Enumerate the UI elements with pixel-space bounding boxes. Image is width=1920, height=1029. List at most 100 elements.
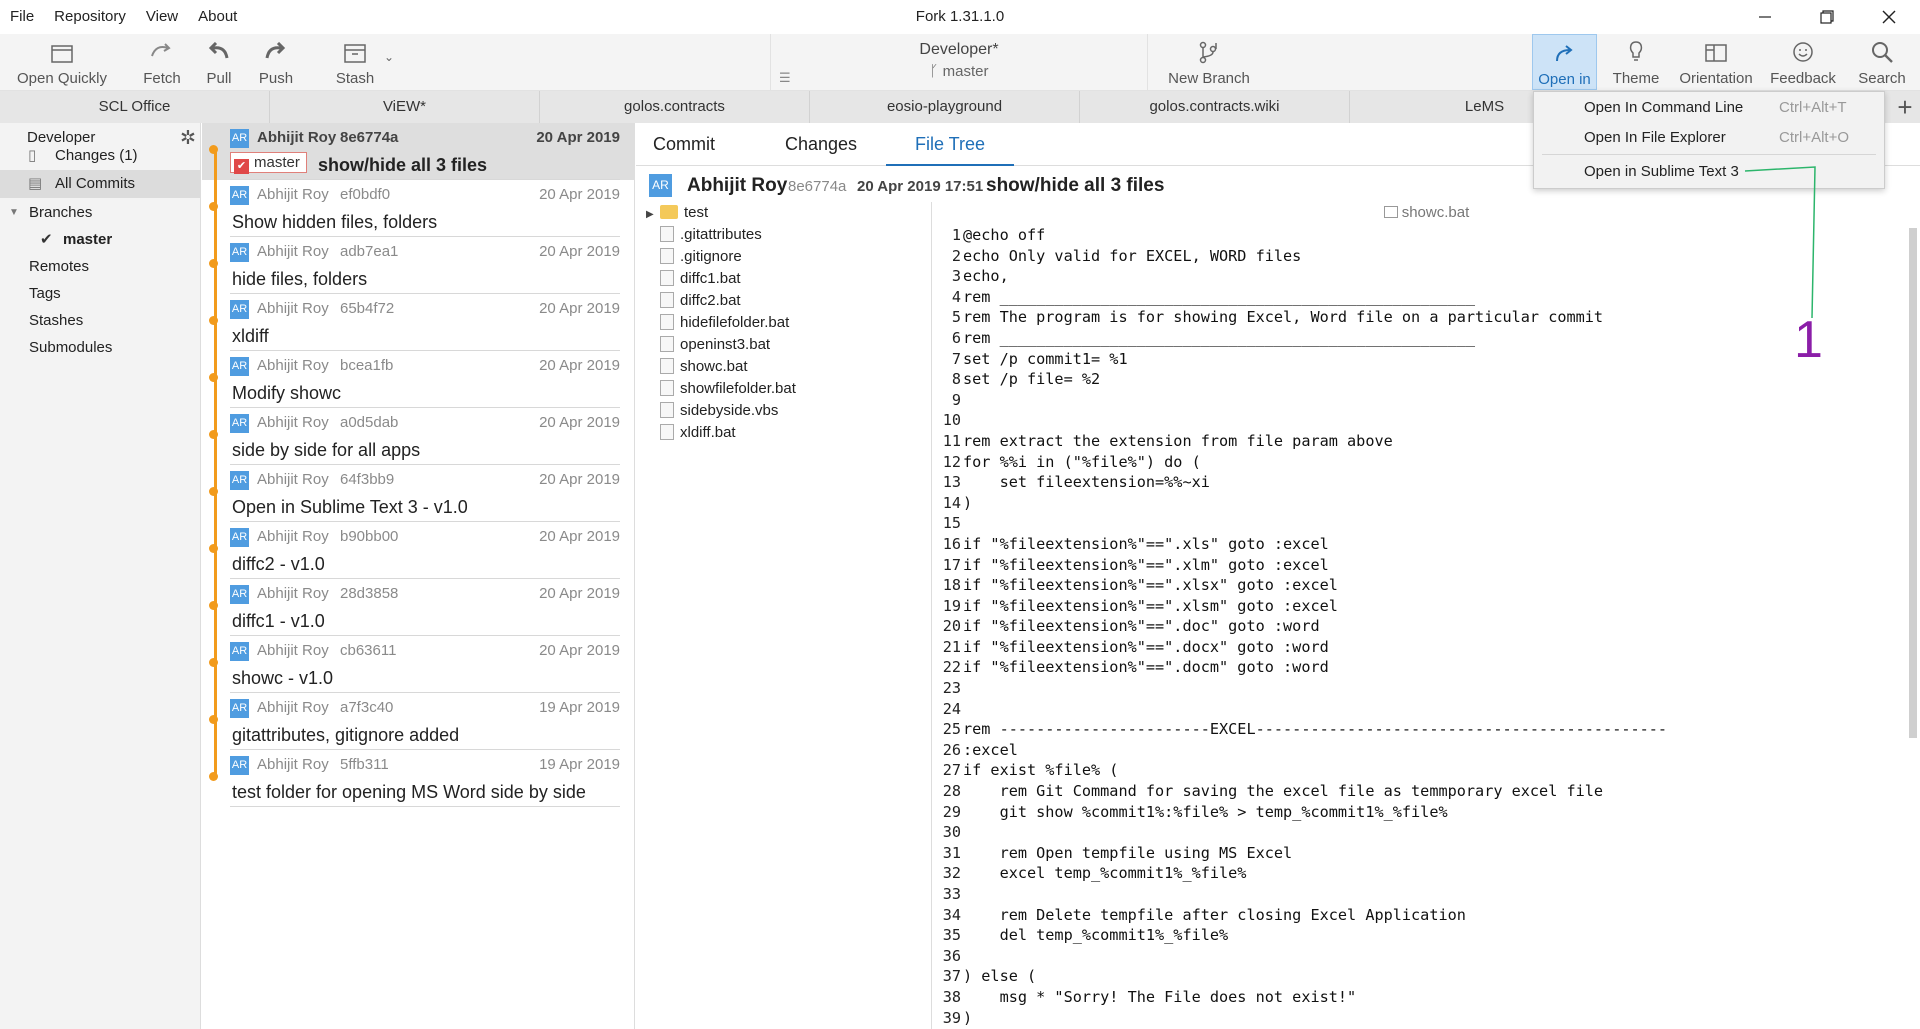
commit-row[interactable]: AR Abhijit Roy b90bb00 20 Apr 2019 diffc2 - … (202, 522, 635, 579)
code-line: 11 rem extract the extension from file pa… (933, 431, 1903, 452)
theme-button[interactable]: Theme (1610, 34, 1662, 90)
file-tree-file[interactable]: openinst3.bat (660, 334, 770, 356)
tab-commit[interactable]: Commit (650, 123, 718, 166)
file-tree-folder[interactable]: ▶ test (646, 202, 708, 224)
line-number: 38 (942, 987, 961, 1006)
code-line: 31 rem Open tempfile using MS Excel (933, 843, 1903, 864)
menu-about[interactable]: About (188, 0, 247, 34)
commit-row[interactable]: AR Abhijit Roy a0d5dab 20 Apr 2019 side by s… (202, 408, 635, 465)
sidebar-item-changes[interactable]: ▯ Changes (1) (0, 142, 200, 170)
avatar: AR (230, 642, 249, 661)
menu-item-open-in-sublime-text-3[interactable]: Open in Sublime Text 3 (1534, 157, 1884, 187)
file-name-header: showc.bat (933, 202, 1920, 224)
feedback-button[interactable]: Feedback (1767, 34, 1839, 90)
window-title: Fork 1.31.1.0 (915, 8, 1005, 25)
sidebar-item-all-commits[interactable]: ▤ All Commits (0, 170, 200, 198)
file-tree-file[interactable]: diffc2.bat (660, 290, 741, 312)
commit-row[interactable]: AR Abhijit Roy ef0bdf0 20 Apr 2019 Show hidd… (202, 180, 635, 237)
sidebar-item-stashes[interactable]: Stashes (0, 307, 200, 335)
line-number: 37 (942, 967, 961, 986)
repository-selector[interactable]: Developer* ᚴ master ☰ (770, 34, 1148, 90)
commit-row[interactable]: AR Abhijit Roy 28d3858 20 Apr 2019 diffc1 - … (202, 579, 635, 636)
file-name: diffc1.bat (680, 270, 741, 287)
menu-item-open-in-command-line[interactable]: Open In Command Line Ctrl+Alt+T (1534, 93, 1884, 123)
file-tree-file[interactable]: .gitignore (660, 246, 742, 268)
minimize-button[interactable] (1734, 0, 1796, 34)
commit-row[interactable]: AR Abhijit Roy 5ffb311 19 Apr 2019 test fold… (202, 750, 635, 807)
open-in-button[interactable]: Open in (1532, 34, 1597, 90)
sidebar-item-branches[interactable]: ▼ Branches (0, 199, 200, 227)
commit-subject: show/hide all 3 files (986, 175, 1165, 196)
line-number: 26 (942, 740, 961, 759)
new-branch-button[interactable]: New Branch (1166, 34, 1252, 90)
commit-row[interactable]: AR Abhijit Roy cb63611 20 Apr 2019 showc - v… (202, 636, 635, 693)
annotation-number: 1 (1794, 311, 1823, 369)
file-tree-file[interactable]: sidebyside.vbs (660, 400, 778, 422)
sidebar-item-remotes[interactable]: Remotes (0, 253, 200, 281)
file-tree-file[interactable]: diffc1.bat (660, 268, 741, 290)
orientation-button[interactable]: Orientation (1672, 34, 1760, 90)
sidebar-submodules-label: Submodules (29, 339, 113, 356)
commit-date: 20 Apr 2019 (539, 186, 620, 203)
search-button[interactable]: Search (1855, 34, 1909, 90)
repo-tab-golos-contracts-wiki[interactable]: golos.contracts.wiki (1080, 91, 1350, 123)
push-button[interactable]: Push (250, 34, 302, 90)
pull-button[interactable]: Pull (194, 34, 244, 90)
file-tree-file[interactable]: .gitattributes (660, 224, 762, 246)
commit-row[interactable]: AR Abhijit Roy bcea1fb 20 Apr 2019 Modify sh… (202, 351, 635, 408)
branch-badge[interactable]: ✔ master (230, 152, 307, 174)
open-quickly-button[interactable]: Open Quickly (10, 34, 114, 90)
commit-date: 20 Apr 2019 (539, 642, 620, 659)
repo-tab-scl-office[interactable]: SCL Office (0, 91, 270, 123)
commit-hash: cb63611 (340, 642, 397, 659)
code-line: 38 msg * "Sorry! The File does not exist… (933, 987, 1903, 1008)
commit-row[interactable]: AR Abhijit Roy 65b4f72 20 Apr 2019 xldiff (202, 294, 635, 351)
commit-message: Open in Sublime Text 3 - v1.0 (232, 497, 468, 517)
bat-file-icon (1383, 206, 1398, 218)
code-text: set /p commit1= %1 (963, 349, 1128, 368)
new-branch-label: New Branch (1168, 70, 1250, 87)
sidebar-item-tags[interactable]: Tags (0, 280, 200, 308)
menu-lines-icon: ☰ (779, 70, 791, 85)
commit-hash: bcea1fb (340, 357, 394, 374)
code-line: 23 (933, 678, 1903, 699)
line-number: 33 (942, 885, 961, 903)
file-tree-file[interactable]: showfilefolder.bat (660, 378, 796, 400)
code-text: rem The program is for showing Excel, Wo… (963, 308, 1604, 327)
stash-dropdown[interactable]: ⌄ (380, 34, 398, 90)
file-tree-file[interactable]: xldiff.bat (660, 422, 736, 444)
tab-file-tree[interactable]: File Tree (886, 123, 1014, 166)
menu-file[interactable]: File (0, 0, 44, 34)
commit-row[interactable]: AR Abhijit Roy adb7ea1 20 Apr 2019 hide file… (202, 237, 635, 294)
tab-changes[interactable]: Changes (781, 123, 861, 166)
repo-tab-golos-contracts[interactable]: golos.contracts (540, 91, 810, 123)
code-line: 27 if exist %file% ( (933, 760, 1903, 781)
commit-hash[interactable]: 8e6774a (788, 178, 846, 195)
smiley-icon (1793, 42, 1813, 62)
menu-view[interactable]: View (136, 0, 188, 34)
add-tab-button[interactable]: + (1890, 91, 1920, 123)
fetch-button[interactable]: Fetch (135, 34, 189, 90)
commit-row[interactable]: AR Abhijit Roy a7f3c40 19 Apr 2019 gitattrib… (202, 693, 635, 750)
repo-tab-eosio-playground[interactable]: eosio-playground (810, 91, 1080, 123)
open-in-label: Open in (1538, 71, 1591, 88)
stash-button[interactable]: Stash (330, 34, 380, 90)
line-number: 22 (942, 658, 961, 677)
repo-tab-view[interactable]: ViEW* (270, 91, 540, 123)
commit-row[interactable]: AR Abhijit Roy 8e6774a 20 Apr 2019 ✔ master sh… (202, 123, 635, 180)
commit-date: 20 Apr 2019 (539, 243, 620, 260)
file-name: showfilefolder.bat (680, 380, 796, 397)
menu-item-open-in-file-explorer[interactable]: Open In File Explorer Ctrl+Alt+O (1534, 123, 1884, 153)
file-tree-file[interactable]: showc.bat (660, 356, 748, 378)
avatar: AR (230, 129, 249, 148)
bat-file-icon (660, 358, 674, 374)
menu-repository[interactable]: Repository (44, 0, 136, 34)
restore-button[interactable] (1796, 0, 1858, 34)
file-tree-file[interactable]: hidefilefolder.bat (660, 312, 789, 334)
sidebar-item-submodules[interactable]: Submodules (0, 334, 200, 362)
close-button[interactable] (1858, 0, 1920, 34)
search-icon (1872, 42, 1893, 63)
vertical-scrollbar[interactable] (1909, 228, 1917, 738)
commit-row[interactable]: AR Abhijit Roy 64f3bb9 20 Apr 2019 Open in S… (202, 465, 635, 522)
sidebar-item-master[interactable]: ✔ master (0, 226, 200, 254)
